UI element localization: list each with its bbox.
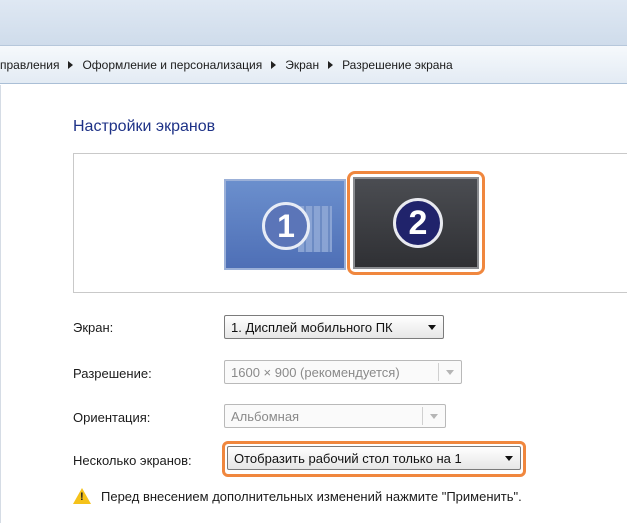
multiple-displays-select-value: Отобразить рабочий стол только на 1 [234,450,462,466]
chevron-right-icon[interactable] [328,61,334,69]
chevron-right-icon[interactable] [271,61,277,69]
resolution-label: Разрешение: [73,366,152,381]
monitor-2-number: 2 [393,198,443,248]
multiple-displays-select[interactable]: Отобразить рабочий стол только на 1 [227,446,521,470]
page-title: Настройки экранов [73,118,216,135]
resolution-select-value: 1600 × 900 (рекомендуется) [231,364,400,380]
combo-divider [422,407,423,425]
chevron-down-icon[interactable] [428,324,436,330]
chevron-right-icon[interactable] [68,61,74,69]
breadcrumb: правления Оформление и персонализация Эк… [0,57,453,73]
orientation-select-value: Альбомная [231,408,300,424]
monitor-2[interactable]: 2 [353,177,479,269]
orientation-label: Ориентация: [73,410,151,425]
resolution-select[interactable]: 1600 × 900 (рекомендуется) [224,360,462,384]
chevron-down-icon[interactable] [446,369,454,375]
monitor-1-number: 1 [262,202,310,250]
breadcrumb-item-screen-resolution[interactable]: Разрешение экрана [342,58,453,72]
combo-divider [438,363,439,381]
multiple-displays-label: Несколько экранов: [73,453,192,468]
warning-message: ! Перед внесением дополнительных изменен… [73,488,522,504]
window-title-bar [0,0,627,46]
screen-label: Экран: [73,320,114,335]
warning-icon: ! [73,488,91,504]
screen-select-value: 1. Дисплей мобильного ПК [231,319,393,335]
monitor-1[interactable]: 1 [224,179,346,270]
warning-text: Перед внесением дополнительных изменений… [101,488,522,504]
breadcrumb-item-display[interactable]: Экран [285,58,319,72]
orientation-select[interactable]: Альбомная [224,404,446,428]
screen-select[interactable]: 1. Дисплей мобильного ПК [224,315,444,339]
chevron-down-icon[interactable] [505,455,513,461]
breadcrumb-item-appearance[interactable]: Оформление и персонализация [82,58,262,72]
chevron-down-icon[interactable] [430,413,438,419]
breadcrumb-item-control-panel[interactable]: правления [0,58,59,72]
